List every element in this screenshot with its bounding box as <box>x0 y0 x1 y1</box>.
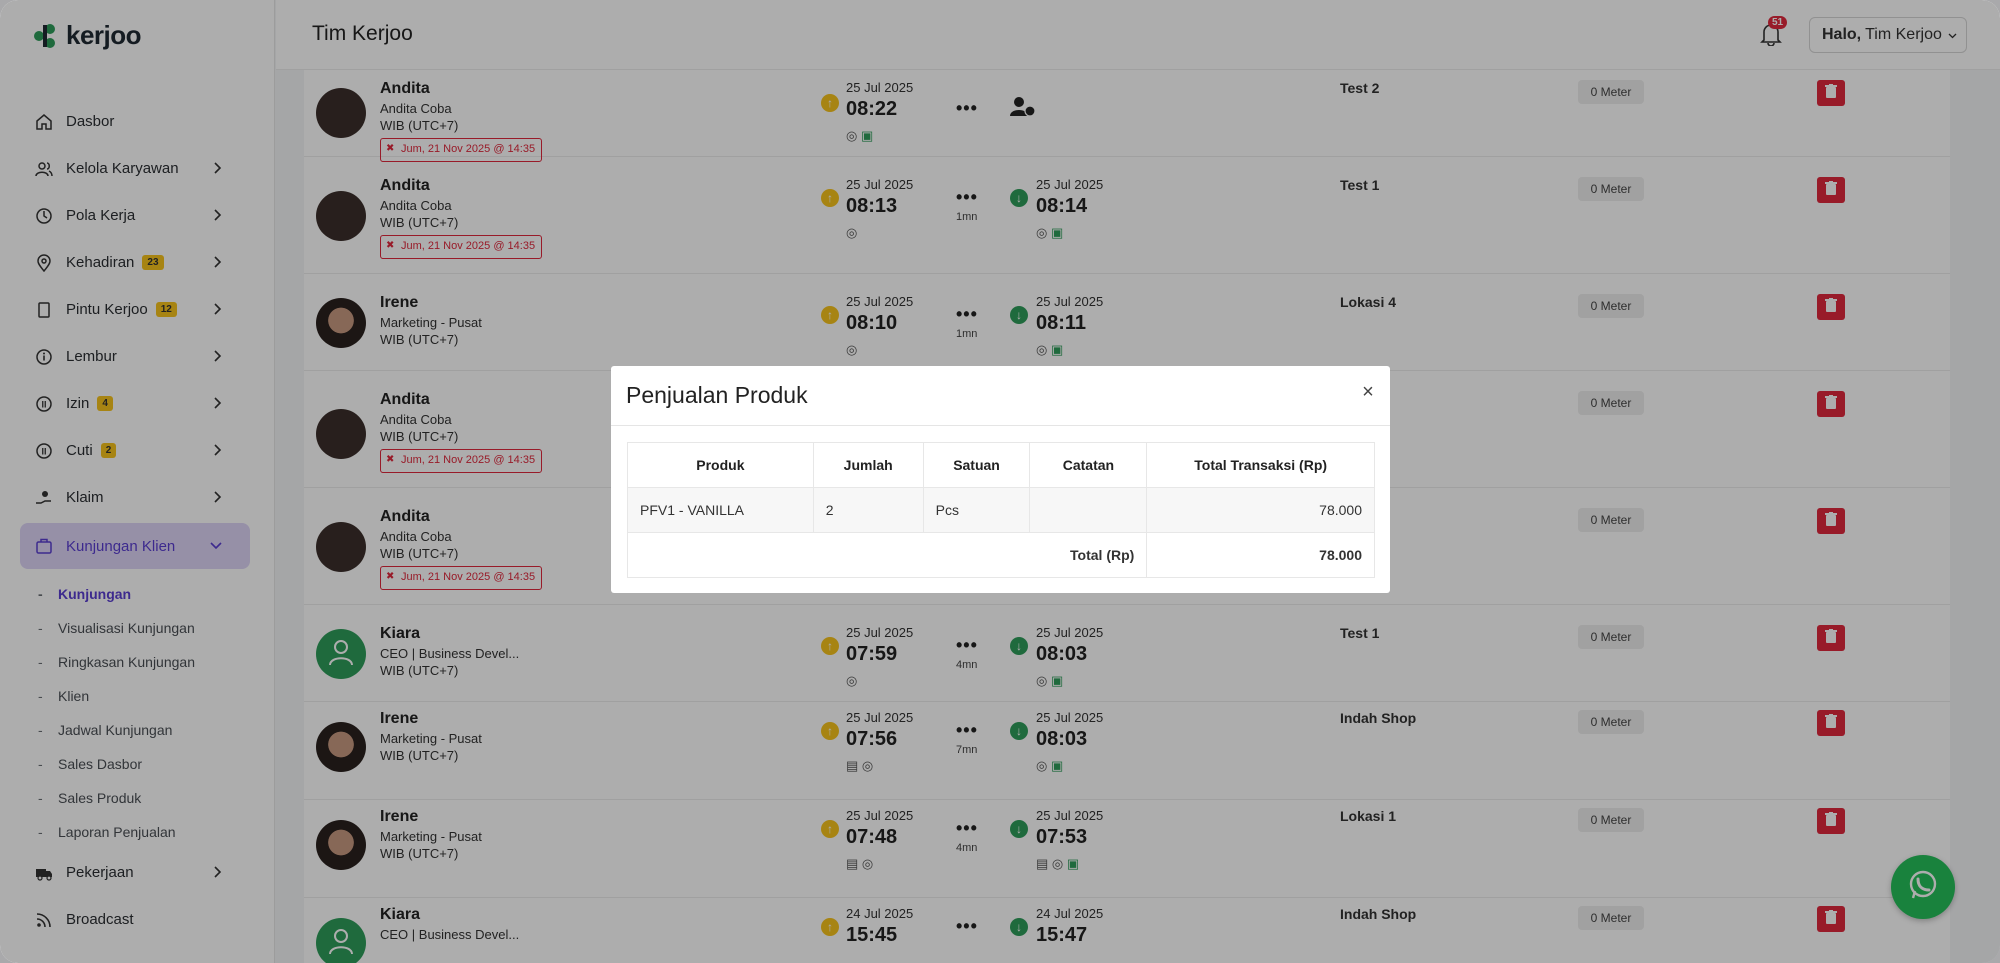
column-header-produk: Produk <box>627 442 814 488</box>
close-icon[interactable]: × <box>1358 382 1378 402</box>
total-label: Total (Rp) <box>1029 532 1148 578</box>
column-header-jumlah: Jumlah <box>812 442 924 488</box>
column-header-satuan: Satuan <box>922 442 1031 488</box>
modal-header: Penjualan Produk × <box>611 366 1390 426</box>
table-row: PFV1 - VANILLA 2 Pcs 78.000 <box>627 487 1375 533</box>
product-sales-table: Produk Jumlah Satuan Catatan Total Trans… <box>627 442 1375 578</box>
table-footer-row: Total (Rp) 78.000 <box>627 532 1375 578</box>
cell-jumlah: 2 <box>812 487 924 533</box>
modal-title: Penjualan Produk <box>626 382 808 408</box>
cell-total: 78.000 <box>1146 487 1375 533</box>
column-header-total-transaksi: Total Transaksi (Rp) <box>1146 442 1375 488</box>
cell-satuan: Pcs <box>922 487 1031 533</box>
cell-produk: PFV1 - VANILLA <box>627 487 814 533</box>
cell-catatan <box>1029 487 1148 533</box>
column-header-catatan: Catatan <box>1029 442 1148 488</box>
table-header-row: Produk Jumlah Satuan Catatan Total Trans… <box>627 442 1375 488</box>
total-value: 78.000 <box>1146 532 1375 578</box>
product-sales-modal: Penjualan Produk × Produk Jumlah Satuan … <box>611 366 1390 593</box>
